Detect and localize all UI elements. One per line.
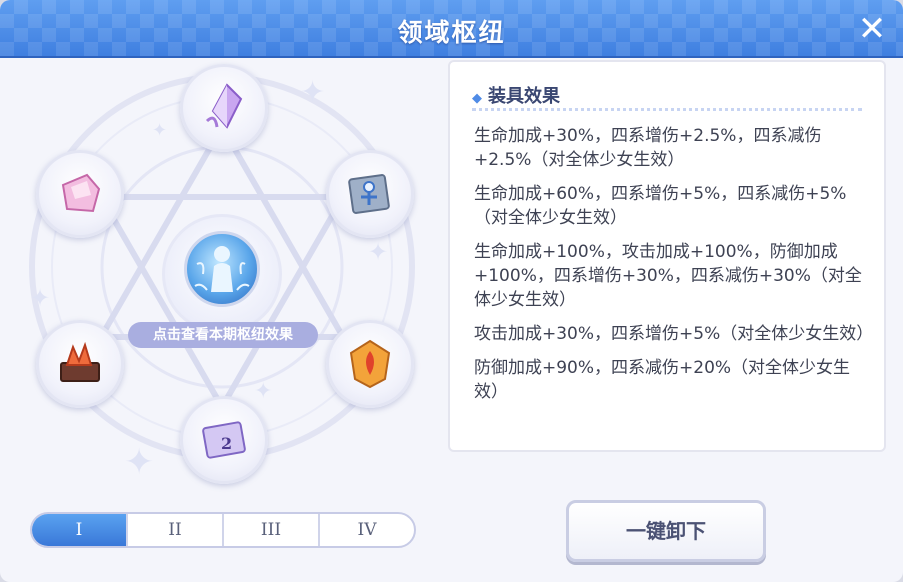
dialog-title: 领域枢纽	[397, 18, 506, 47]
effect-item: 防御加成+90%，四系减伤+20%（对全体少女生效）	[474, 358, 851, 402]
svg-text:✦: ✦	[254, 379, 272, 404]
domain-hub-center[interactable]	[162, 214, 282, 334]
sigil-slot-lower-left[interactable]	[36, 320, 124, 408]
sigil-slot-lower-right[interactable]	[326, 320, 414, 408]
tab-2[interactable]: II	[128, 514, 224, 546]
effect-item: 生命加成+100%，攻击加成+100%，防御加成+100%，四系增伤+30%，四…	[474, 242, 862, 310]
close-icon[interactable]: ✕	[855, 12, 889, 46]
hub-sigil: ✦ ✦ ✦ ✦ ✦ ✦ 2 点击查看本期枢纽效果	[20, 62, 430, 484]
tab-3[interactable]: III	[224, 514, 320, 546]
domain-hub-dialog: 领域枢纽 ✕ ✦ ✦ ✦ ✦ ✦ ✦ 2 点击查看本期枢纽效果 I II III…	[0, 0, 903, 582]
effect-item: 生命加成+30%，四系增伤+2.5%，四系减伤+2.5%（对全体少女生效）	[474, 126, 822, 170]
title-bar: 领域枢纽 ✕	[0, 0, 903, 58]
svg-text:✦: ✦	[368, 238, 388, 266]
panel-divider	[472, 108, 862, 111]
effect-list: 生命加成+30%，四系增伤+2.5%，四系减伤+2.5%（对全体少女生效） 生命…	[474, 124, 874, 414]
crystal-shard-icon	[205, 83, 243, 129]
svg-text:✦: ✦	[30, 284, 50, 312]
svg-text:✦: ✦	[124, 442, 154, 482]
effect-item: 攻击加成+30%，四系增伤+5%（对全体少女生效）	[474, 324, 874, 344]
equipment-effects-panel[interactable]: ◆ 装具效果 生命加成+30%，四系增伤+2.5%，四系减伤+2.5%（对全体少女…	[448, 60, 886, 452]
domain-hub-icon	[184, 231, 260, 307]
sigil-slot-upper-right[interactable]	[326, 150, 414, 238]
sigil-slot-upper-left[interactable]	[36, 150, 124, 238]
effect-item: 生命加成+60%，四系增伤+5%，四系减伤+5%（对全体少女生效）	[474, 184, 847, 228]
blueprint-icon	[348, 174, 390, 214]
flame-box-icon	[60, 341, 100, 382]
svg-text:✦: ✦	[300, 75, 325, 110]
diamond-icon: ◆	[472, 91, 482, 106]
stage-tabs: I II III IV	[30, 512, 416, 548]
tab-4[interactable]: IV	[320, 514, 414, 546]
pink-crystal-icon	[61, 173, 101, 213]
panel-heading-text: 装具效果	[488, 86, 560, 107]
unequip-all-button[interactable]: 一键卸下	[566, 500, 766, 562]
card-2-icon: 2	[202, 421, 246, 459]
card-number: 2	[221, 434, 232, 453]
sigil-slot-bottom[interactable]: 2	[180, 396, 268, 484]
view-hub-effects-label[interactable]: 点击查看本期枢纽效果	[128, 322, 318, 348]
svg-text:✦: ✦	[152, 120, 167, 141]
tab-1[interactable]: I	[32, 514, 128, 546]
fire-emblem-icon	[349, 339, 391, 389]
sigil-slot-top[interactable]	[180, 64, 268, 152]
panel-heading: ◆ 装具效果	[472, 82, 560, 108]
